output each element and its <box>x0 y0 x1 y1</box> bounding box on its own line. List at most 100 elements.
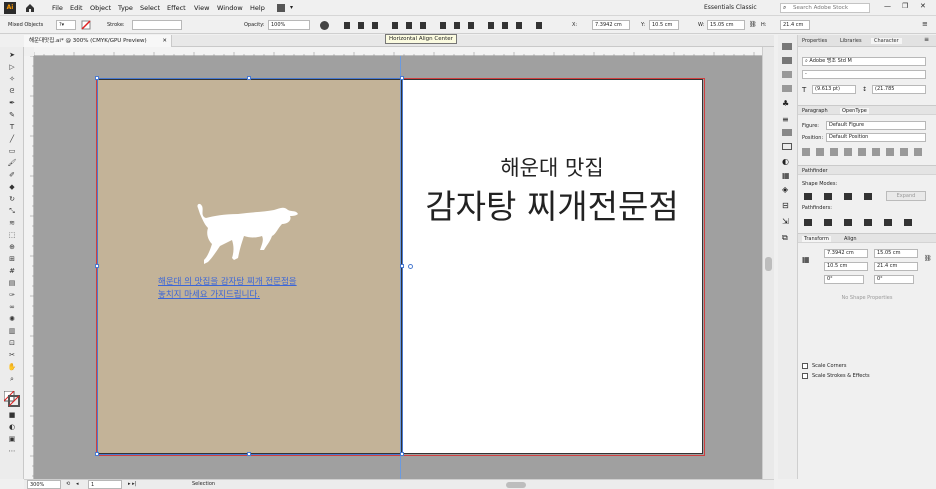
trim-icon[interactable] <box>824 219 832 226</box>
opacity-field[interactable]: 100% <box>268 20 310 30</box>
handle-tm[interactable] <box>247 76 251 80</box>
tab-libraries[interactable]: Libraries <box>840 38 862 44</box>
blend-tool-icon[interactable]: ∞ <box>6 303 18 312</box>
perspective-grid-icon[interactable]: ⊞ <box>6 255 18 264</box>
paintbrush-icon[interactable]: 🖌 <box>6 159 18 168</box>
symbols-icon[interactable]: ♣ <box>782 99 789 108</box>
artboard-number-field[interactable]: 1 <box>88 480 122 489</box>
outline-icon[interactable] <box>884 219 892 226</box>
exclude-icon[interactable] <box>864 193 872 200</box>
rotate-view-icon[interactable]: ⟲ <box>66 480 70 489</box>
screen-mode-icon[interactable]: ▣ <box>6 435 18 444</box>
links-icon[interactable]: ⧉ <box>782 233 788 243</box>
x-field[interactable]: 7.3942 cm <box>592 20 630 30</box>
title-large[interactable]: 감자탕 찌개전문점 <box>402 180 702 228</box>
font-size-field[interactable]: (9.613 pt) <box>812 85 856 94</box>
color-guide-icon[interactable] <box>782 57 792 64</box>
document-tab[interactable]: 해운대맛집.ai* @ 300% (CMYK/GPU Preview) ✕ <box>24 35 172 47</box>
horizontal-scrollbar[interactable] <box>274 482 764 488</box>
rotate-tool-icon[interactable]: ↻ <box>6 195 18 204</box>
link-icon[interactable]: ⛓ <box>749 21 757 28</box>
leading-field[interactable]: (21.785 <box>872 85 926 94</box>
right-page[interactable]: 해운대 맛집 감자탕 찌개전문점 <box>401 79 703 454</box>
transparency-icon[interactable] <box>782 143 792 150</box>
menu-select[interactable]: Select <box>140 4 160 12</box>
menu-type[interactable]: Type <box>118 4 133 12</box>
graph-tool-icon[interactable]: ▥ <box>6 327 18 336</box>
transform-w-field[interactable]: 15.05 cm <box>874 249 918 258</box>
gradient-tool-icon[interactable]: ▤ <box>6 279 18 288</box>
maximize-button[interactable]: ❐ <box>902 2 908 10</box>
zoom-tool-icon[interactable]: ⌕ <box>6 375 18 384</box>
minimize-button[interactable]: — <box>884 2 891 10</box>
draw-mode-icon[interactable]: ◐ <box>6 423 18 432</box>
handle-tl[interactable] <box>95 76 99 80</box>
stroke-weight-field[interactable] <box>132 20 182 30</box>
menu-edit[interactable]: Edit <box>70 4 83 12</box>
prev-artboard-button[interactable]: ◂ <box>76 480 79 489</box>
appearance-icon[interactable]: ◐ <box>782 157 789 166</box>
stroke-panel-icon[interactable]: ≡ <box>782 115 789 124</box>
artboards-icon[interactable]: ⊟ <box>782 201 789 210</box>
artboard-tool-icon[interactable]: ⊡ <box>6 339 18 348</box>
unite-icon[interactable] <box>804 193 812 200</box>
color-panel-icon[interactable] <box>782 43 792 50</box>
close-button[interactable]: ✕ <box>920 2 926 10</box>
layers-icon[interactable]: ◈ <box>782 185 788 194</box>
menu-help[interactable]: Help <box>250 4 265 12</box>
rotate-angle-field[interactable]: 0° <box>824 275 864 284</box>
fill-swatch[interactable]: ?▾ <box>56 20 76 30</box>
menu-object[interactable]: Object <box>90 4 111 12</box>
scroll-thumb[interactable] <box>765 257 772 271</box>
handle-ml[interactable] <box>95 264 99 268</box>
w-field[interactable]: 15.05 cm <box>707 20 745 30</box>
fill-stroke-icon[interactable] <box>3 390 20 407</box>
type-tool-icon[interactable]: T <box>6 123 18 132</box>
stroke-swatch[interactable] <box>81 20 99 30</box>
slice-tool-icon[interactable]: ✂ <box>6 351 18 360</box>
expand-button[interactable]: Expand <box>886 191 926 201</box>
asset-export-icon[interactable]: ⇲ <box>782 217 789 226</box>
line-tool-icon[interactable]: ╱ <box>6 135 18 144</box>
tab-properties[interactable]: Properties <box>802 38 827 44</box>
panel-menu-icon[interactable]: ≡ <box>922 20 928 28</box>
symbol-sprayer-icon[interactable]: ✺ <box>6 315 18 324</box>
handle-bl[interactable] <box>95 452 99 456</box>
mesh-tool-icon[interactable]: # <box>6 267 18 276</box>
tab-opentype[interactable]: OpenType <box>840 108 869 114</box>
brushes-icon[interactable] <box>782 85 792 92</box>
transform-x-field[interactable]: 7.3942 cm <box>824 249 868 258</box>
shaper-tool-icon[interactable]: ✐ <box>6 171 18 180</box>
scale-strokes-checkbox[interactable] <box>802 373 808 379</box>
tab-transform[interactable]: Transform <box>802 236 831 242</box>
workspace-switcher[interactable]: Essentials Classic <box>704 4 757 11</box>
intersect-icon[interactable] <box>844 193 852 200</box>
curvature-tool-icon[interactable]: ✎ <box>6 111 18 120</box>
scale-tool-icon[interactable]: ⤡ <box>6 207 18 216</box>
menu-window[interactable]: Window <box>217 4 243 12</box>
shear-angle-field[interactable]: 0° <box>874 275 914 284</box>
handle-tr[interactable] <box>400 76 404 80</box>
handle-br[interactable] <box>400 452 404 456</box>
position-dropdown[interactable]: Default Position <box>826 133 926 142</box>
shape-builder-icon[interactable]: ⊕ <box>6 243 18 252</box>
color-mode-icon[interactable]: ■ <box>6 411 18 420</box>
opentype-buttons[interactable] <box>802 147 926 157</box>
selection-tool-icon[interactable]: ➤ <box>6 51 18 60</box>
eyedropper-icon[interactable]: ✑ <box>6 291 18 300</box>
crop-icon[interactable] <box>864 219 872 226</box>
gradient-panel-icon[interactable] <box>782 129 792 136</box>
tab-paragraph[interactable]: Paragraph <box>802 108 828 114</box>
handle-bm[interactable] <box>247 452 251 456</box>
rectangle-tool-icon[interactable]: ▭ <box>6 147 18 156</box>
handle-mr[interactable] <box>400 264 404 268</box>
lasso-icon[interactable]: ᘓ <box>6 87 18 96</box>
panel-menu-icon[interactable]: ≡ <box>924 36 929 43</box>
vertical-scrollbar[interactable] <box>762 47 774 479</box>
font-family-field[interactable]: ⌕ Adobe 명조 Std M <box>802 57 926 66</box>
reference-point-icon[interactable]: ▦ <box>802 255 810 264</box>
swatches-icon[interactable] <box>782 71 792 78</box>
tab-align[interactable]: Align <box>844 236 857 242</box>
free-transform-icon[interactable]: ⬚ <box>6 231 18 240</box>
pen-tool-icon[interactable]: ✒ <box>6 99 18 108</box>
